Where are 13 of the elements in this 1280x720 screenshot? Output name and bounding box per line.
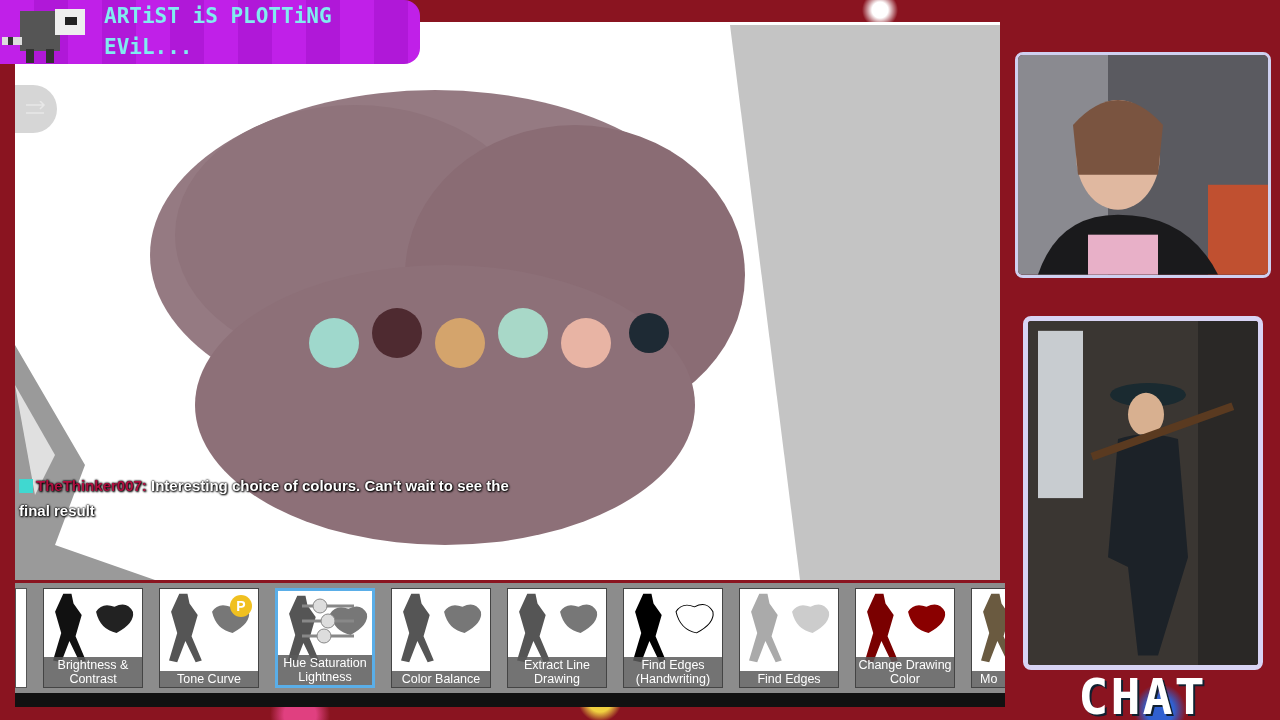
filter-item[interactable]: Extract Line Drawing	[507, 588, 607, 688]
filter-item[interactable]: Find Edges (Handwriting)	[623, 588, 723, 688]
banner-title: ARTiST iS PLOTTiNG EViL...	[103, 3, 333, 61]
filter-item[interactable]: P Tone Curve	[159, 588, 259, 688]
filter-item[interactable]: Brightness & Contrast	[43, 588, 143, 688]
filter-item[interactable]: Mo	[971, 588, 1005, 688]
premium-badge: P	[230, 595, 252, 617]
filter-item[interactable]: Hue Saturation Lightness	[275, 588, 375, 688]
filter-item[interactable]: Color Balance	[391, 588, 491, 688]
filter-item[interactable]: Find Edges	[739, 588, 839, 688]
filter-item[interactable]: Change Drawing Color	[855, 588, 955, 688]
filter-thumbnail[interactable]	[15, 588, 27, 688]
chat-title: CHAT	[1078, 674, 1207, 720]
